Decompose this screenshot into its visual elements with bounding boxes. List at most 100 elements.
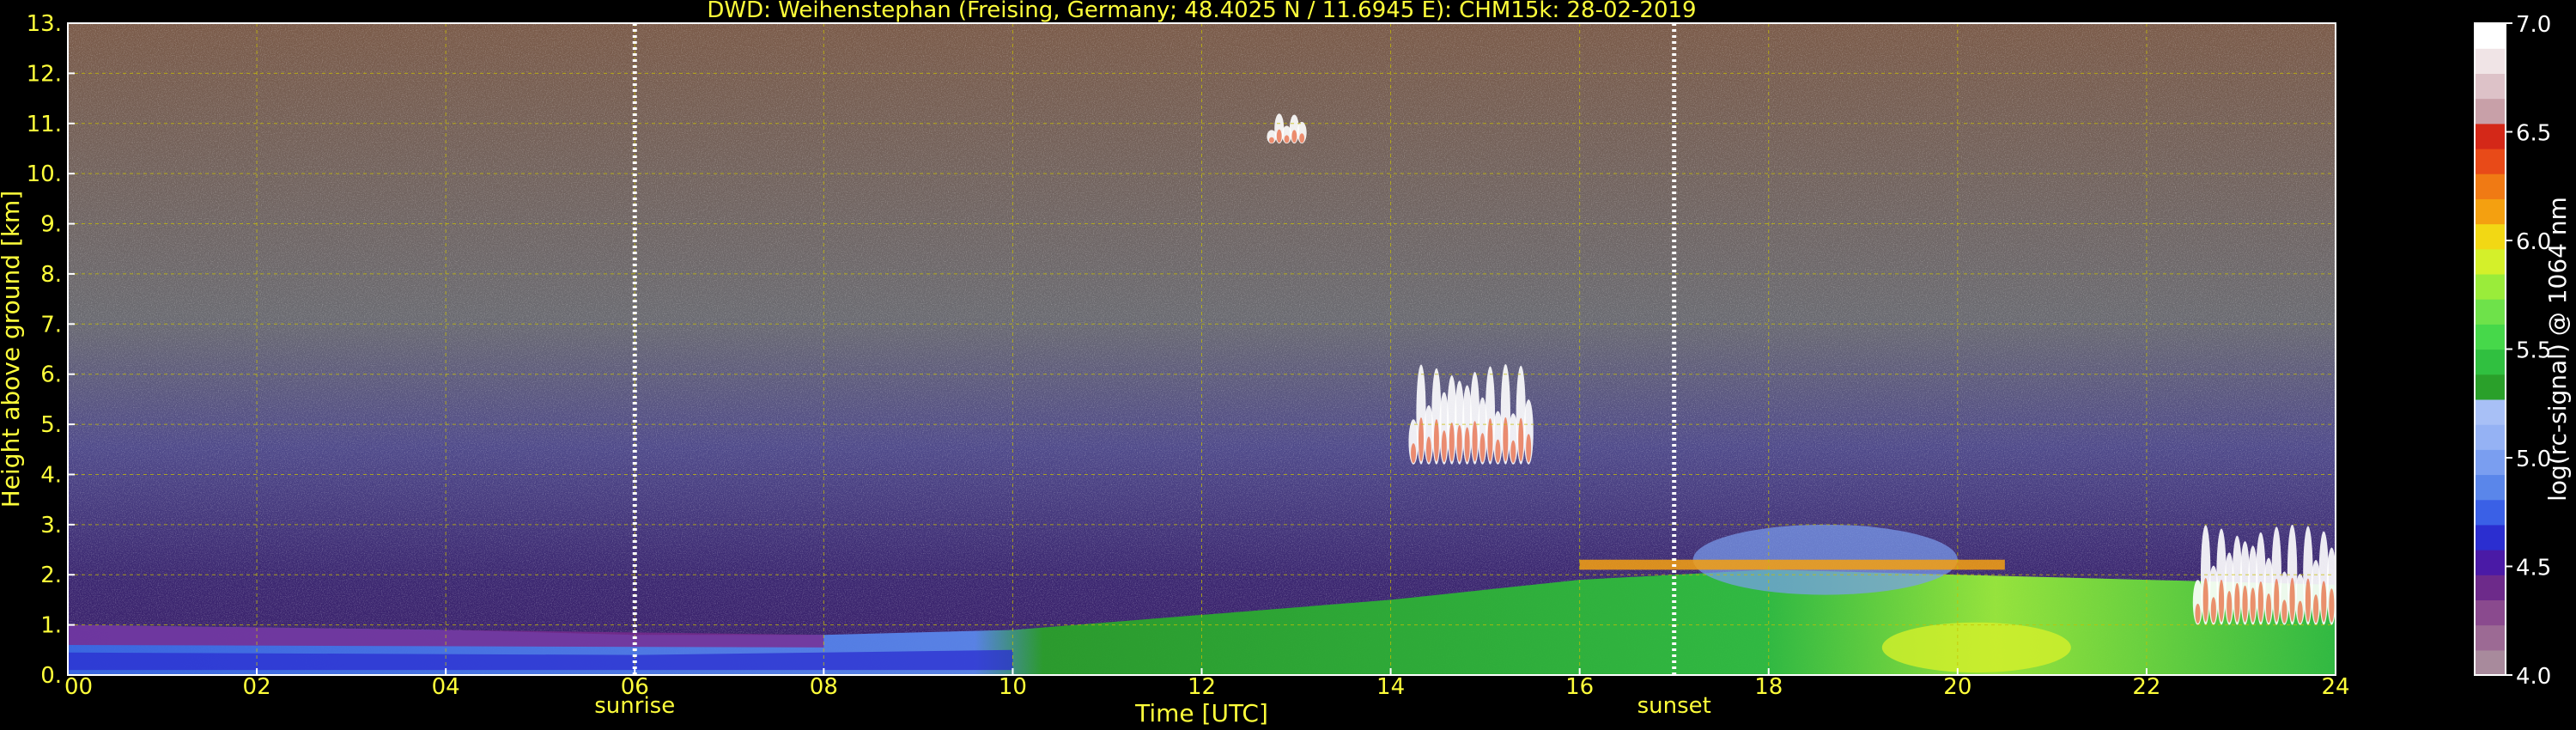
y-tick-label: 5. bbox=[40, 412, 62, 438]
x-tick-label: 02 bbox=[243, 674, 271, 700]
x-tick-label: 06 bbox=[621, 674, 649, 700]
cloud-core bbox=[1276, 129, 1282, 143]
cloud-core bbox=[2234, 582, 2240, 623]
cloud-core bbox=[2250, 587, 2256, 623]
y-axis-label: Height above ground [km] bbox=[0, 191, 25, 508]
y-tick-label: 12. bbox=[27, 61, 62, 87]
cloud-core bbox=[2242, 585, 2248, 623]
cloud-core bbox=[1449, 422, 1455, 462]
colorbar-tick-label: 7.0 bbox=[2516, 12, 2551, 38]
x-tick-label: 08 bbox=[810, 674, 838, 700]
colorbar-tick-label: 4.5 bbox=[2516, 556, 2551, 581]
x-tick-label: 18 bbox=[1754, 674, 1783, 700]
colorbar-tick-label: 6.5 bbox=[2516, 121, 2551, 147]
cloud-core bbox=[2218, 579, 2225, 623]
colorbar-swatch bbox=[2475, 374, 2506, 400]
colorbar-swatch bbox=[2475, 499, 2506, 526]
cloud-core bbox=[1510, 440, 1516, 463]
cloud-core bbox=[1299, 133, 1305, 143]
x-tick-label: 14 bbox=[1376, 674, 1405, 700]
cloud-core bbox=[1472, 421, 1478, 462]
x-axis-label: Time [UTC] bbox=[1134, 699, 1268, 727]
colorbar-swatch bbox=[2475, 575, 2506, 601]
colorbar-swatch bbox=[2475, 550, 2506, 575]
y-tick-label: 9. bbox=[40, 212, 62, 238]
colorbar-swatch bbox=[2475, 324, 2506, 350]
y-tick-label: 2. bbox=[40, 563, 62, 588]
x-tick-label: 12 bbox=[1188, 674, 1216, 700]
y-tick-label: 0. bbox=[40, 663, 62, 689]
y-tick-label: 8. bbox=[40, 262, 62, 288]
cloud-core bbox=[1456, 424, 1462, 462]
colorbar-swatch bbox=[2475, 48, 2506, 74]
y-tick-label: 6. bbox=[40, 362, 62, 388]
x-tick-label: 04 bbox=[432, 674, 460, 700]
cloud-core bbox=[1487, 418, 1493, 462]
colorbar-tick-label: 4.0 bbox=[2516, 664, 2551, 690]
cloud-core bbox=[2329, 588, 2335, 623]
plot-area bbox=[68, 23, 2336, 675]
cloud-core bbox=[1464, 427, 1470, 463]
colorbar-swatch bbox=[2475, 173, 2506, 199]
cloud-core bbox=[2274, 578, 2280, 623]
cloud-core bbox=[1441, 430, 1447, 463]
colorbar-swatch bbox=[2475, 123, 2506, 149]
colorbar-swatch bbox=[2475, 299, 2506, 325]
ceilometer-svg: sunrise sunset00 02 04 06 08 10 12 14 16 18 20 22 240… bbox=[0, 0, 2572, 727]
cloud-base-line bbox=[1579, 559, 2005, 570]
yellow-aerosol-patch bbox=[1881, 622, 2071, 673]
cloud-core bbox=[1268, 137, 1274, 143]
y-tick-label: 13. bbox=[27, 11, 62, 37]
cloud-core bbox=[1291, 130, 1297, 143]
colorbar-swatch bbox=[2475, 424, 2506, 450]
cloud-core bbox=[2195, 603, 2201, 624]
colorbar-swatch bbox=[2475, 649, 2506, 676]
y-tick-label: 1. bbox=[40, 613, 62, 639]
cloud-core bbox=[1425, 436, 1431, 463]
y-tick-label: 4. bbox=[40, 462, 62, 488]
x-tick-label: 16 bbox=[1565, 674, 1594, 700]
colorbar-swatch bbox=[2475, 223, 2506, 250]
colorbar-swatch bbox=[2475, 524, 2506, 551]
x-tick-label: 10 bbox=[999, 674, 1027, 700]
cloud-core bbox=[2321, 581, 2327, 623]
colorbar-swatch bbox=[2475, 198, 2506, 225]
colorbar-swatch bbox=[2475, 624, 2506, 651]
sunset-label: sunset bbox=[1637, 693, 1711, 719]
cloud-core bbox=[2281, 599, 2287, 624]
colorbar-swatch bbox=[2475, 474, 2506, 501]
cloud-core bbox=[1526, 434, 1532, 463]
y-tick-label: 11. bbox=[27, 112, 62, 137]
y-tick-label: 10. bbox=[27, 161, 62, 187]
colorbar-swatch bbox=[2475, 73, 2506, 100]
cloud-core bbox=[1479, 433, 1485, 463]
cloud-core bbox=[2210, 597, 2216, 624]
cloud-core bbox=[1411, 443, 1417, 464]
y-tick-label: 7. bbox=[40, 312, 62, 338]
colorbar-swatch bbox=[2475, 148, 2506, 174]
cloud-core bbox=[2257, 581, 2263, 623]
cloud-core bbox=[2265, 593, 2272, 624]
cloud-core bbox=[2227, 591, 2233, 624]
chart-title: DWD: Weihenstephan (Freising, Germany; 4… bbox=[707, 0, 1696, 23]
cloud-core bbox=[1433, 419, 1439, 462]
ceilometer-figure: sunrise sunset 00 02 04 06 08 10 12 14 16 18 20 22 24 0… bbox=[0, 0, 2576, 730]
cloud-core bbox=[1495, 439, 1501, 463]
y-tick-label: 3. bbox=[40, 513, 62, 538]
colorbar-label: log(rc-signal) @ 1064 nm bbox=[2543, 197, 2572, 502]
cloud-core bbox=[2297, 600, 2303, 624]
cloud-core bbox=[2305, 578, 2311, 623]
cloud-core bbox=[2202, 577, 2208, 623]
cloud-core bbox=[2289, 577, 2295, 623]
cloud-core bbox=[1284, 135, 1290, 143]
cloud-core bbox=[2313, 594, 2319, 624]
x-tick-label: 24 bbox=[2321, 674, 2349, 700]
colorbar-swatch bbox=[2475, 398, 2506, 425]
colorbar-swatch bbox=[2475, 349, 2506, 375]
colorbar-swatch bbox=[2475, 273, 2506, 300]
x-tick-label: 22 bbox=[2132, 674, 2160, 700]
x-tick-label: 00 bbox=[64, 674, 93, 700]
colorbar-swatch bbox=[2475, 23, 2506, 49]
colorbar-swatch bbox=[2475, 599, 2506, 626]
x-tick-label: 20 bbox=[1943, 674, 1971, 700]
